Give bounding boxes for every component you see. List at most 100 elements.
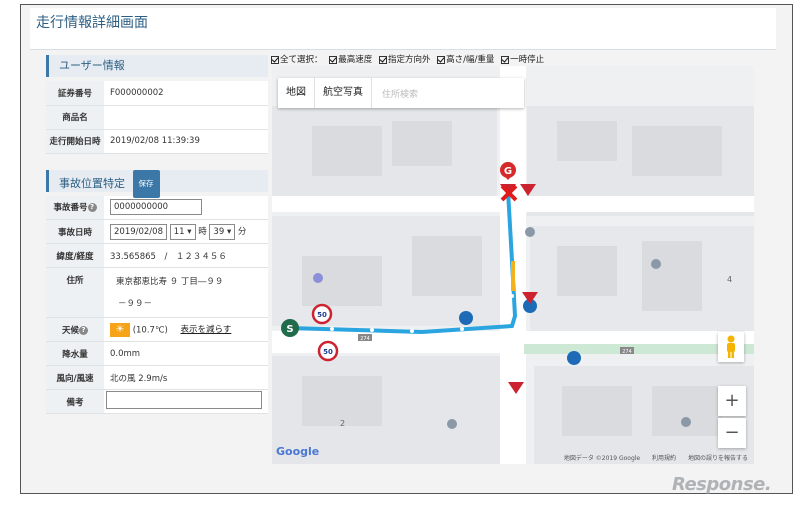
user-info-section-title: ユーザー情報 [46,55,268,77]
product-name-label: 商品名 [46,105,104,130]
filter-height-width-weight[interactable]: 高さ/幅/重量 [437,55,496,65]
street-view-pegman-icon[interactable] [718,332,744,362]
filter-select-all-label: 全て選択： [280,55,323,65]
building [557,246,617,296]
address-line-2: －９９－ [118,298,153,309]
map-report-link[interactable]: 地図の誤りを報告する [688,455,748,462]
show-less-link[interactable]: 表示を減らす [181,325,232,335]
filter-stop-label: 一時停止 [510,55,545,65]
poi-icon[interactable] [313,273,323,283]
accident-table: 事故番号? 0000000000 事故日時 2019/02/08 11 ▾ 時 … [46,195,268,414]
checkbox-checked-icon[interactable] [437,55,446,64]
building [562,386,632,436]
table-row: 商品名 [46,105,268,130]
user-info-table: 証券番号 F000000002 商品名 走行開始日時 2019/02/08 11… [46,81,268,154]
policy-number-value: F000000002 [104,81,268,106]
latlng-label: 緯度/経度 [46,243,104,268]
help-icon[interactable]: ? [79,325,88,335]
accident-datetime-label: 事故日時 [46,219,104,244]
checkbox-checked-icon[interactable] [378,55,387,64]
building [652,386,722,436]
accident-number-label: 事故番号? [46,195,104,220]
wind-label: 風向/風速 [46,365,104,390]
accident-hour-select[interactable]: 11 ▾ [169,223,196,240]
accident-section-label: 事故位置特定 [59,176,125,190]
direction-sign-icon[interactable] [459,311,473,325]
building [632,126,722,176]
table-row: 事故日時 2019/02/08 11 ▾ 時 39 ▾ 分 [46,219,268,244]
minute-value: 39 [213,226,225,237]
goal-marker-label: G [504,166,512,177]
address-search-input[interactable]: 住所検索 [372,87,418,100]
drive-start-value: 2019/02/08 11:39:39 [104,129,268,154]
filter-max-speed[interactable]: 最高速度 [329,55,374,65]
filter-select-all[interactable]: 全て選択： [271,55,325,65]
sign-filter-bar: 全て選択： 最高速度 指定方向外 高さ/幅/重量 一時停止 [271,53,548,65]
start-marker-label: S [286,324,293,335]
address-line-1: 東京都恵比寿 ９ 丁目―９９ [116,276,224,287]
note-label: 備考 [46,389,104,414]
building [392,121,452,166]
filter-stop[interactable]: 一時停止 [501,55,546,65]
filter-direction-label: 指定方向外 [387,55,431,65]
direction-sign-icon[interactable] [567,351,581,365]
accident-date-input[interactable]: 2019/02/08 [110,223,167,240]
route-point [460,327,464,331]
route-point [330,327,334,331]
hour-unit: 時 [198,226,207,237]
table-row: 緯度/経度 33.565865 / １２３４５６ [46,243,268,268]
route-label-2: 274 [622,349,632,355]
table-row: 走行開始日時 2019/02/08 11:39:39 [46,129,268,154]
tab-satellite[interactable]: 航空写真 [315,78,372,108]
accident-minute-select[interactable]: 39 ▾ [209,223,236,240]
speed-limit-value: 50 [317,311,327,319]
note-input[interactable] [106,391,262,409]
route-map[interactable]: 274 274 4 2 50 50 S G 地図 航空写真 住所検索 + − G… [272,66,754,464]
response-watermark-logo: Response. [672,474,772,495]
checkbox-checked-icon[interactable] [329,55,338,64]
poi-icon[interactable] [525,227,535,237]
map-canvas[interactable]: 274 274 4 2 50 50 S G [272,66,754,464]
block-number: 2 [340,419,345,428]
table-row: 備考 [46,389,268,414]
poi-icon[interactable] [651,259,661,269]
accident-number-input[interactable]: 0000000000 [110,199,202,216]
wind-value: 北の風 2.9m/s [104,365,268,390]
rain-label: 降水量 [46,341,104,366]
rain-value: 0.0mm [104,341,268,366]
weather-label: 天候? [46,317,104,342]
accident-section-title: 事故位置特定 保存 [46,169,268,198]
checkbox-checked-icon[interactable] [501,55,510,64]
filter-max-speed-label: 最高速度 [338,55,373,65]
building [557,121,617,161]
zoom-in-button[interactable]: + [718,386,746,416]
minute-unit: 分 [237,226,247,237]
tab-map[interactable]: 地図 [278,78,315,108]
google-logo: Google [276,445,320,458]
checkbox-checked-icon[interactable] [271,55,279,64]
drive-start-label: 走行開始日時 [46,129,104,154]
filter-hww-label: 高さ/幅/重量 [446,55,495,65]
table-row: 住所 東京都恵比寿 ９ 丁目―９９ －９９－ [46,267,268,318]
pegman-graphic [727,335,735,358]
zoom-out-button[interactable]: − [718,418,746,448]
sun-icon: ☀ [110,322,130,337]
map-type-control: 地図 航空写真 住所検索 [278,78,524,108]
route-label-1: 274 [360,336,370,342]
weather-temp: (10.7℃) [132,325,168,335]
route-point [370,328,374,332]
filter-direction[interactable]: 指定方向外 [378,55,433,65]
save-button[interactable]: 保存 [132,169,160,198]
help-icon[interactable]: ? [87,203,97,213]
latlng-value: 33.565865 / １２３４５６ [104,243,268,268]
table-row: 事故番号? 0000000000 [46,195,268,220]
weather-label-text: 天候 [61,325,79,336]
map-terms-link[interactable]: 利用規約 [652,455,676,462]
route-point [510,294,514,298]
poi-icon[interactable] [447,419,457,429]
page-title: 走行情報詳細画面 [36,15,148,31]
building [412,236,482,296]
building [642,241,702,311]
poi-icon[interactable] [681,417,691,427]
table-row: 風向/風速 北の風 2.9m/s [46,365,268,390]
